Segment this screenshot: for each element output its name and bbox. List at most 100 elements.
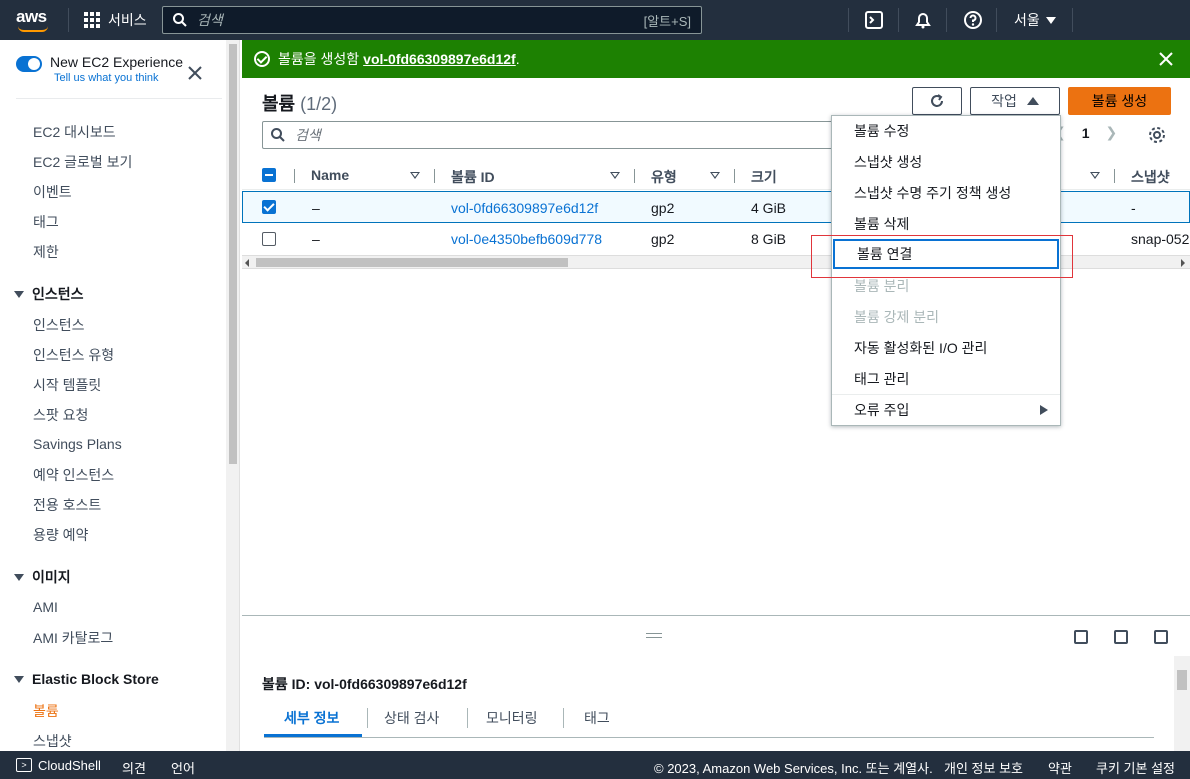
sidebar-item-ec2-dashboard[interactable]: EC2 대시보드 [33,122,116,142]
footer-privacy-link[interactable]: 개인 정보 보호 [944,758,1023,777]
column-header-type[interactable]: 유형 [651,167,677,187]
sidebar-group-images[interactable]: 이미지 [14,567,71,587]
refresh-button[interactable] [912,87,962,115]
column-header-name[interactable]: Name [311,167,349,183]
sidebar-item-volumes[interactable]: 볼륨 [33,701,59,721]
resize-handle-icon[interactable] [646,633,662,638]
next-page-icon[interactable]: ❯ [1106,124,1118,141]
close-icon[interactable] [186,64,204,82]
help-icon[interactable] [963,10,983,30]
table-search-input[interactable] [295,127,861,143]
tab-status-checks[interactable]: 상태 검사 [384,708,439,728]
cloudshell-icon[interactable]: > [16,758,32,772]
caret-up-icon [1026,97,1039,105]
nav-divider [1072,8,1073,32]
column-header-snapshot[interactable]: 스냅샷 [1131,167,1170,187]
scrollbar-thumb[interactable] [256,258,568,267]
caret-down-icon [1045,16,1056,24]
sort-icon[interactable] [410,172,420,179]
sidebar-item-reserved-instances[interactable]: 예약 인스턴스 [33,465,114,485]
scrollbar-thumb[interactable] [229,44,237,464]
sidebar-item-dedicated-hosts[interactable]: 전용 호스트 [33,495,101,515]
split-full-icon[interactable] [1154,630,1168,644]
tab-divider [467,708,468,728]
new-experience-toggle[interactable] [16,56,42,72]
scroll-right-icon[interactable] [1181,259,1185,267]
sidebar-group-instances[interactable]: 인스턴스 [14,284,84,304]
column-divider [734,169,735,183]
menu-item-create-lifecycle-policy[interactable]: 스냅샷 수명 주기 정책 생성 [832,178,1060,208]
sidebar-item-instances[interactable]: 인스턴스 [33,315,85,335]
menu-item-create-snapshot[interactable]: 스냅샷 생성 [832,147,1060,177]
tab-monitoring[interactable]: 모니터링 [486,708,538,728]
split-panel-scrollbar[interactable] [1174,656,1190,751]
row-checkbox[interactable] [262,232,276,246]
sidebar-group-ebs[interactable]: Elastic Block Store [14,671,159,687]
details-tabs: 세부 정보 상태 검사 모니터링 태그 [264,704,1154,738]
table-search[interactable] [262,121,862,149]
close-icon[interactable] [1158,51,1174,67]
nav-divider [898,8,899,32]
menu-item-manage-tags[interactable]: 태그 관리 [832,364,1060,394]
menu-item-auto-enabled-io[interactable]: 자동 활성화된 I/O 관리 [832,333,1060,363]
services-menu-button[interactable]: 서비스 [84,0,147,40]
nav-divider [848,8,849,32]
split-side-icon[interactable] [1114,630,1128,644]
cell-volume-id-link[interactable]: vol-0fd66309897e6d12f [451,200,598,216]
sort-icon[interactable] [710,172,720,179]
region-selector[interactable]: 서울 [1014,0,1056,40]
cell-type: gp2 [651,231,675,247]
console-footer: > CloudShell 의견 언어 © 2023, Amazon Web Se… [0,751,1190,779]
footer-feedback-link[interactable]: 의견 [122,758,146,777]
sidebar-scrollbar[interactable] [226,40,240,751]
scrollbar-thumb[interactable] [1177,670,1187,690]
sidebar-item-instance-types[interactable]: 인스턴스 유형 [33,345,114,365]
sidebar-item-tags[interactable]: 태그 [33,212,59,232]
sidebar-item-limits[interactable]: 제한 [33,242,59,262]
cell-volume-id-link[interactable]: vol-0e4350befb609d778 [451,231,602,247]
split-bottom-icon[interactable] [1074,630,1088,644]
footer-cloudshell-link[interactable]: CloudShell [38,758,101,773]
menu-item-modify-volume[interactable]: 볼륨 수정 [832,116,1060,146]
footer-language-link[interactable]: 언어 [171,758,195,777]
create-volume-button[interactable]: 볼륨 생성 [1068,87,1171,115]
menu-item-force-detach-volume[interactable]: 볼륨 강제 분리 [832,302,1060,332]
sidebar-item-snapshots[interactable]: 스냅샷 [33,731,72,751]
sort-icon[interactable] [610,172,620,179]
cell-size: 8 GiB [751,231,787,247]
tab-tags[interactable]: 태그 [584,708,610,728]
scroll-left-icon[interactable] [245,259,249,267]
sidebar-item-launch-templates[interactable]: 시작 템플릿 [33,375,101,395]
select-all-checkbox[interactable] [262,168,276,182]
sidebar-item-capacity-reservations[interactable]: 용량 예약 [33,525,88,545]
sidebar-item-ami-catalog[interactable]: AMI 카탈로그 [33,628,113,648]
sidebar-group-label: 이미지 [32,569,71,585]
settings-icon[interactable] [1148,126,1166,144]
actions-dropdown-button[interactable]: 작업 [970,87,1060,115]
global-search[interactable]: [알트+S] [162,6,702,34]
row-checkbox[interactable] [262,200,276,214]
flash-volume-link[interactable]: vol-0fd66309897e6d12f [363,51,516,67]
cell-snapshot: snap-052 [1131,231,1190,247]
sidebar-item-ami[interactable]: AMI [33,599,58,615]
sidebar-item-spot-requests[interactable]: 스팟 요청 [33,405,88,425]
sidebar-item-savings-plans[interactable]: Savings Plans [33,436,122,452]
flash-suffix: . [515,51,520,67]
sidebar-item-events[interactable]: 이벤트 [33,182,72,202]
cloudshell-icon[interactable] [864,10,884,30]
column-header-volume-id[interactable]: 볼륨 ID [451,167,495,187]
page-number[interactable]: 1 [1082,125,1090,141]
menu-item-fault-injection[interactable]: 오류 주입 [832,395,1060,425]
feedback-link[interactable]: Tell us what you think [54,72,183,84]
footer-cookies-link[interactable]: 쿠키 기본 설정 [1096,758,1175,777]
active-tab-indicator [264,734,362,737]
tab-details[interactable]: 세부 정보 [284,708,339,728]
footer-terms-link[interactable]: 약관 [1048,758,1072,777]
aws-logo[interactable]: aws [16,7,56,33]
global-search-input[interactable] [197,12,644,28]
split-panel-title: 볼륨 ID: vol-0fd66309897e6d12f [262,676,467,692]
sort-icon[interactable] [1090,172,1100,179]
column-header-size[interactable]: 크기 [751,167,777,187]
bell-icon[interactable] [913,10,933,30]
sidebar-item-ec2-global-view[interactable]: EC2 글로벌 보기 [33,152,132,172]
